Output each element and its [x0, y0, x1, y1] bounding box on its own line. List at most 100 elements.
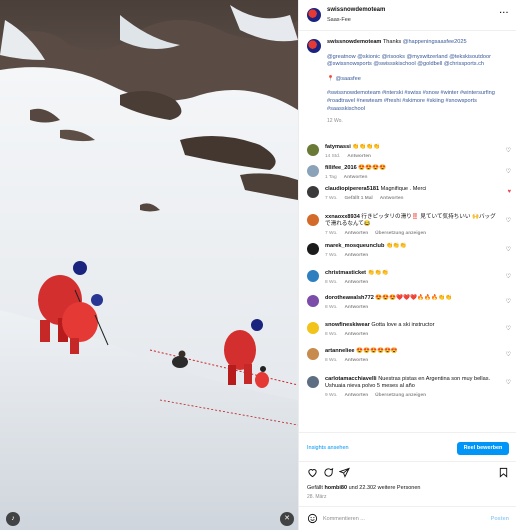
comment-action[interactable]: Antworten: [344, 305, 368, 310]
comment-text: claudiopiperera5181 Magnifique . Merci: [325, 186, 499, 193]
comment-item: dorotheawalsh772 😍😍😍❤️❤️❤️🔥🔥🔥👏👏 8 Wo. Antw…: [307, 295, 511, 310]
comment-icon[interactable]: [323, 467, 334, 478]
like-comment-icon[interactable]: ♥: [507, 189, 511, 195]
more-options-icon[interactable]: ···: [500, 8, 510, 17]
comment-text: christmasticket 👏👏👏: [325, 270, 499, 277]
avatar[interactable]: [307, 348, 319, 360]
like-comment-icon[interactable]: ♡: [506, 168, 511, 175]
like-comment-icon[interactable]: ♡: [506, 379, 511, 386]
comment-action[interactable]: Gefällt 1 Mal: [344, 196, 372, 201]
comment-username[interactable]: fatymassi: [325, 144, 351, 150]
comment-username[interactable]: marek_mosqueunclub: [325, 243, 384, 249]
post-video[interactable]: ♪ ✕: [0, 0, 298, 530]
comment-meta: 7 Wo. Antworten Übersetzung anzeigen: [325, 231, 511, 236]
like-comment-icon[interactable]: ♡: [506, 246, 511, 253]
post-header: swissnowdemoteam Saas-Fee ···: [299, 0, 516, 31]
comment-meta: 8 Wo. Antworten: [325, 358, 511, 363]
comment-meta: 7 Wo. Antworten: [325, 253, 511, 258]
avatar[interactable]: [307, 144, 319, 156]
avatar[interactable]: [307, 165, 319, 177]
like-comment-icon[interactable]: ♡: [506, 147, 511, 154]
comment-username[interactable]: artanneliee: [325, 348, 355, 354]
avatar[interactable]: [307, 186, 319, 198]
caption-mention[interactable]: @happeningsaasfee2025: [403, 39, 467, 45]
like-comment-icon[interactable]: ♡: [506, 351, 511, 358]
caption-hashtags[interactable]: #swissnowdemoteam #interski #swiss #snow…: [327, 90, 511, 113]
caption-age: 12 Wo.: [327, 118, 343, 125]
like-comment-icon[interactable]: ♡: [506, 273, 511, 280]
comment-action[interactable]: Übersetzung anzeigen: [375, 393, 426, 398]
comment-item: christmasticket 👏👏👏 8 Wo. Antworten ♡: [307, 270, 511, 285]
heart-icon[interactable]: [307, 467, 318, 478]
comment-age: 8 Wo.: [325, 358, 338, 364]
view-insights-link[interactable]: Insights ansehen: [307, 445, 349, 451]
comments-list[interactable]: swissnowdemoteam Thanks @happeningsaasfe…: [299, 31, 516, 432]
like-comment-icon[interactable]: ♡: [506, 298, 511, 305]
comment-username[interactable]: carlotamacchiavelli: [325, 376, 377, 382]
comment-item: carlotamacchiavelli Nuestras pistas en A…: [307, 376, 511, 398]
comment-text: dorotheawalsh772 😍😍😍❤️❤️❤️🔥🔥🔥👏👏: [325, 295, 499, 302]
audio-icon[interactable]: ♪: [6, 512, 20, 526]
likes-summary[interactable]: Gefällt hombi80 und 22.302 weitere Perso…: [307, 485, 420, 491]
comment-action[interactable]: Antworten: [380, 196, 404, 201]
comment-action[interactable]: Antworten: [347, 154, 371, 159]
share-icon[interactable]: [339, 467, 350, 478]
avatar[interactable]: [307, 295, 319, 307]
comment-action[interactable]: Antworten: [344, 358, 368, 363]
avatar[interactable]: [307, 214, 319, 226]
mute-icon[interactable]: ✕: [280, 512, 294, 526]
comment-body: 👏👏👏: [385, 243, 407, 249]
comment-username[interactable]: christmasticket: [325, 270, 366, 276]
comment-username[interactable]: fillifee_2016: [325, 165, 357, 171]
comment-text: fillifee_2016 😍😍😍😍: [325, 165, 499, 172]
avatar[interactable]: [307, 376, 319, 388]
post-caption: swissnowdemoteam Thanks @happeningsaasfe…: [307, 39, 511, 126]
post-location[interactable]: Saas-Fee: [327, 17, 351, 23]
comment-action[interactable]: Antworten: [344, 253, 368, 258]
comment-text: xxnaoxx8934 行きピッタリの滑り‼️ 見ていて気持ちいい 🙌バッグで滑…: [325, 214, 499, 228]
avatar[interactable]: [307, 243, 319, 255]
caption-mentions[interactable]: @greatnow @skionic @risooks @myswitzerla…: [327, 54, 511, 69]
comment-body: Magnifique . Merci: [380, 186, 427, 192]
emoji-icon[interactable]: [307, 513, 318, 524]
comment-action[interactable]: Antworten: [344, 175, 368, 180]
avatar[interactable]: [307, 8, 321, 22]
comment-action[interactable]: Antworten: [344, 231, 368, 236]
save-icon[interactable]: [498, 467, 509, 478]
post-username[interactable]: swissnowdemoteam: [327, 7, 385, 13]
ski-scene-image: [0, 0, 298, 530]
comment-body: 👏👏👏👏: [352, 144, 381, 150]
avatar[interactable]: [307, 322, 319, 334]
avatar[interactable]: [307, 270, 319, 282]
comment-action[interactable]: Antworten: [344, 280, 368, 285]
comment-username[interactable]: claudiopiperera5181: [325, 186, 379, 192]
post-comment-button[interactable]: Posten: [491, 516, 509, 522]
comment-username[interactable]: dorotheawalsh772: [325, 295, 374, 301]
comment-age: 1 Tag: [325, 175, 337, 181]
comment-meta: 1 Tag Antworten: [325, 175, 511, 180]
comment-bar: Posten: [299, 506, 516, 530]
caption-username[interactable]: swissnowdemoteam: [327, 39, 381, 45]
comment-item: fillifee_2016 😍😍😍😍 1 Tag Antworten ♡: [307, 165, 511, 180]
caption-location-tag[interactable]: 📍 @saasfee: [327, 76, 511, 84]
comment-age: 9 Wo.: [325, 393, 338, 399]
comment-input[interactable]: [323, 513, 473, 524]
comment-meta: 8 Wo. Antworten: [325, 305, 511, 310]
comment-action[interactable]: Antworten: [344, 393, 368, 398]
comment-item: fatymassi 👏👏👏👏 14 Std. Antworten ♡: [307, 144, 511, 159]
comment-username[interactable]: xxnaoxx8934: [325, 214, 360, 220]
post-date: 28. März: [307, 494, 327, 500]
comment-text: fatymassi 👏👏👏👏: [325, 144, 499, 151]
comment-action[interactable]: Übersetzung anzeigen: [375, 231, 426, 236]
like-comment-icon[interactable]: ♡: [506, 325, 511, 332]
promote-reel-button[interactable]: Reel bewerben: [457, 442, 509, 455]
comment-action[interactable]: Antworten: [344, 332, 368, 337]
comment-age: 8 Wo.: [325, 332, 338, 338]
comment-username[interactable]: snowfineskiwear: [325, 322, 370, 328]
comment-item: xxnaoxx8934 行きピッタリの滑り‼️ 見ていて気持ちいい 🙌バッグで滑…: [307, 214, 511, 236]
comment-body: 😍😍😍😍: [358, 165, 387, 171]
avatar[interactable]: [307, 39, 321, 53]
comment-age: 8 Wo.: [325, 280, 338, 286]
like-comment-icon[interactable]: ♡: [506, 217, 511, 224]
comment-body: 😍😍😍😍😍😍: [356, 348, 398, 354]
